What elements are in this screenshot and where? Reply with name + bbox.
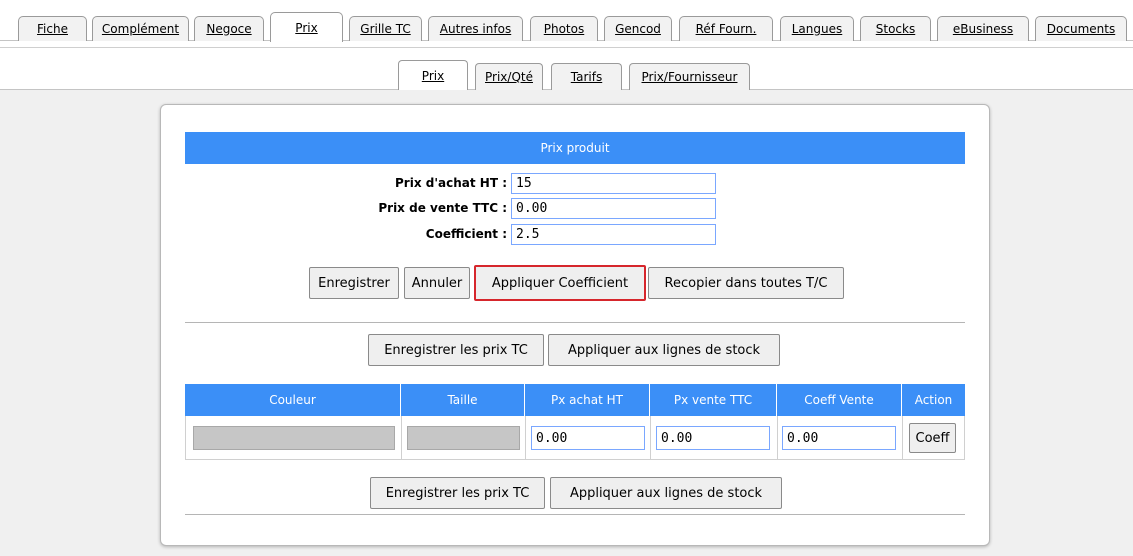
column-taille: Taille (401, 384, 525, 416)
tab-gencod[interactable]: Gencod (604, 16, 672, 41)
save-tc-prices-button[interactable]: Enregistrer les prix TC (368, 334, 544, 366)
tab-documents[interactable]: Documents (1035, 16, 1127, 41)
sale-price-row: Prix de vente TTC : 0.00 (351, 197, 716, 219)
sale-price-label: Prix de vente TTC : (378, 201, 507, 215)
cell-separator (777, 416, 778, 460)
tab-autres-infos[interactable]: Autres infos (428, 16, 523, 41)
purchase-price-label: Prix d'achat HT : (395, 176, 507, 190)
price-panel: Prix produit Prix d'achat HT : 15 Prix d… (160, 104, 990, 546)
sub-tab-bar: Prix Prix/Qté Tarifs Prix/Fournisseur (0, 48, 1133, 90)
px-achat-input[interactable]: 0.00 (531, 426, 645, 450)
coefficient-row: Coefficient : 2.5 (351, 223, 716, 245)
coeff-vente-input[interactable]: 0.00 (782, 426, 896, 450)
divider-bottom (185, 514, 965, 515)
cancel-button[interactable]: Annuler (404, 267, 470, 299)
tab-stocks[interactable]: Stocks (860, 16, 931, 41)
subtab-tarifs[interactable]: Tarifs (551, 63, 622, 90)
purchase-price-row: Prix d'achat HT : 15 (351, 172, 716, 194)
tab-ebusiness[interactable]: eBusiness (937, 16, 1029, 41)
tab-ref-fourn[interactable]: Réf Fourn. (679, 16, 773, 41)
tab-prix[interactable]: Prix (270, 12, 343, 42)
taille-field (407, 426, 520, 450)
main-tab-bar: Fiche Complément Negoce Prix Grille TC A… (0, 0, 1133, 48)
coefficient-label: Coefficient : (425, 227, 507, 241)
tab-negoce[interactable]: Negoce (194, 16, 264, 41)
subtab-prix-fournisseur[interactable]: Prix/Fournisseur (629, 63, 750, 90)
tab-photos[interactable]: Photos (530, 16, 598, 41)
px-vente-input[interactable]: 0.00 (656, 426, 770, 450)
tab-grille-tc[interactable]: Grille TC (349, 16, 422, 41)
copy-all-tc-button[interactable]: Recopier dans toutes T/C (648, 267, 844, 299)
coeff-action-button[interactable]: Coeff (909, 423, 956, 453)
table-header: Couleur Taille Px achat HT Px vente TTC … (185, 384, 965, 416)
tab-langues[interactable]: Langues (780, 16, 854, 41)
cell-separator (902, 416, 903, 460)
subtab-prix-qte[interactable]: Prix/Qté (475, 63, 543, 90)
cell-separator (401, 416, 402, 460)
column-coeff-vente: Coeff Vente (777, 384, 902, 416)
apply-coefficient-button[interactable]: Appliquer Coefficient (474, 265, 646, 301)
apply-stock-lines-button[interactable]: Appliquer aux lignes de stock (548, 334, 780, 366)
tab-complement[interactable]: Complément (92, 16, 189, 41)
column-px-vente: Px vente TTC (650, 384, 777, 416)
coefficient-input[interactable]: 2.5 (511, 223, 716, 245)
cell-separator (650, 416, 651, 460)
save-tc-prices-button-bottom[interactable]: Enregistrer les prix TC (370, 477, 545, 509)
column-px-achat: Px achat HT (525, 384, 650, 416)
column-action: Action (914, 393, 953, 407)
subtab-prix[interactable]: Prix (398, 60, 468, 90)
sale-price-input[interactable]: 0.00 (511, 197, 716, 219)
tab-fiche[interactable]: Fiche (18, 16, 87, 41)
section-title: Prix produit (185, 132, 965, 164)
divider (185, 322, 965, 323)
save-button[interactable]: Enregistrer (309, 267, 399, 299)
column-couleur: Couleur (185, 384, 401, 416)
apply-stock-lines-button-bottom[interactable]: Appliquer aux lignes de stock (550, 477, 782, 509)
table-row: 0.00 0.00 0.00 Coeff (185, 416, 965, 460)
cell-separator (525, 416, 526, 460)
purchase-price-input[interactable]: 15 (511, 172, 716, 194)
couleur-field (193, 426, 395, 450)
